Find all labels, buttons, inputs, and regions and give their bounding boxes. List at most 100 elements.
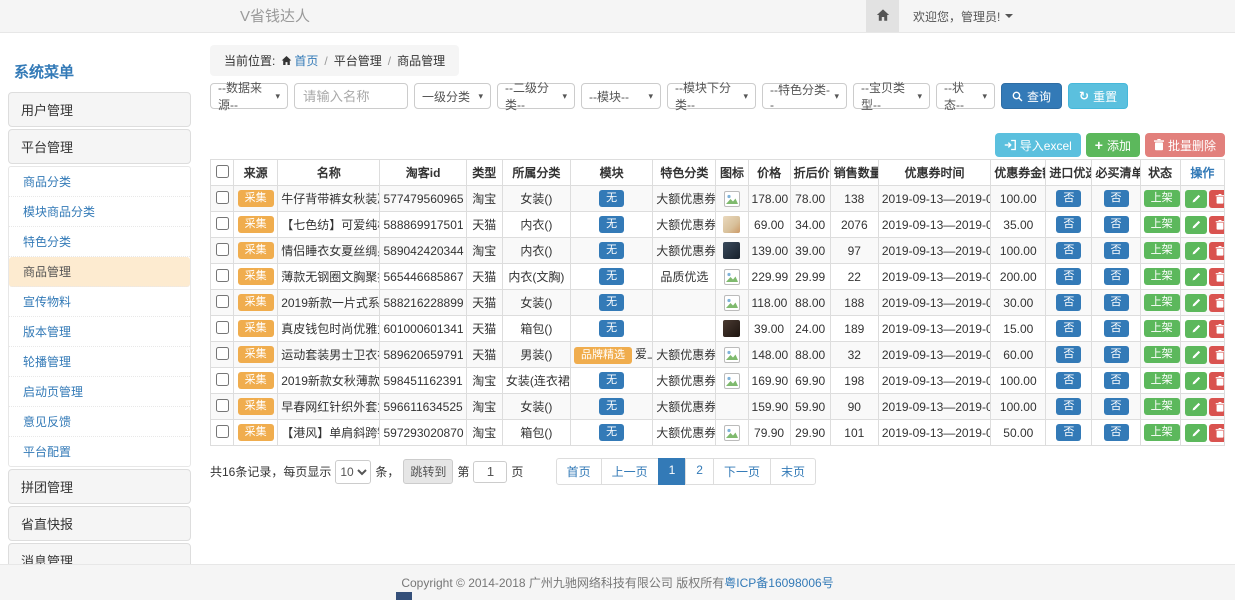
edit-button[interactable]	[1185, 346, 1207, 364]
sidebar-item[interactable]: 商品管理	[9, 257, 190, 287]
module-badge[interactable]: 无	[599, 398, 624, 415]
module-badge[interactable]: 无	[599, 372, 624, 389]
edit-button[interactable]	[1185, 320, 1207, 338]
imported-toggle[interactable]: 否	[1056, 346, 1081, 363]
page-button-上一页[interactable]: 上一页	[601, 458, 659, 485]
add-button[interactable]: + 添加	[1086, 133, 1140, 157]
module-badge[interactable]: 无	[599, 242, 624, 259]
page-button-下一页[interactable]: 下一页	[713, 458, 771, 485]
status-badge[interactable]: 上架	[1144, 398, 1180, 415]
filter-select[interactable]: --状态--▾	[936, 83, 995, 109]
edit-button[interactable]	[1185, 190, 1207, 208]
edit-button[interactable]	[1185, 294, 1207, 312]
edit-button[interactable]	[1185, 242, 1207, 260]
module-badge[interactable]: 无	[599, 190, 624, 207]
per-page-select[interactable]: 10	[335, 460, 371, 484]
must-buy-toggle[interactable]: 否	[1104, 320, 1129, 337]
page-number-input[interactable]	[473, 461, 507, 483]
status-badge[interactable]: 上架	[1144, 268, 1180, 285]
must-buy-toggle[interactable]: 否	[1104, 242, 1129, 259]
home-button[interactable]	[866, 0, 899, 32]
must-buy-toggle[interactable]: 否	[1104, 372, 1129, 389]
delete-button[interactable]	[1209, 216, 1225, 234]
must-buy-toggle[interactable]: 否	[1104, 294, 1129, 311]
import-excel-button[interactable]: 导入excel	[995, 133, 1081, 157]
name-search-input[interactable]	[294, 83, 408, 109]
sidebar-item[interactable]: 模块商品分类	[9, 197, 190, 227]
jump-button[interactable]: 跳转到	[403, 459, 453, 484]
imported-toggle[interactable]: 否	[1056, 372, 1081, 389]
row-checkbox[interactable]	[216, 373, 229, 386]
status-badge[interactable]: 上架	[1144, 346, 1180, 363]
delete-button[interactable]	[1209, 398, 1225, 416]
filter-select[interactable]: --模块下分类--▾	[667, 83, 756, 109]
must-buy-toggle[interactable]: 否	[1104, 424, 1129, 441]
sidebar-item[interactable]: 宣传物料	[9, 287, 190, 317]
must-buy-toggle[interactable]: 否	[1104, 398, 1129, 415]
sidebar-section-2[interactable]: 拼团管理	[8, 469, 191, 504]
delete-button[interactable]	[1209, 320, 1225, 338]
imported-toggle[interactable]: 否	[1056, 216, 1081, 233]
module-badge[interactable]: 无	[599, 216, 624, 233]
edit-button[interactable]	[1185, 372, 1207, 390]
row-checkbox[interactable]	[216, 399, 229, 412]
module-badge[interactable]: 无	[599, 294, 624, 311]
select-all-checkbox[interactable]	[216, 165, 229, 178]
must-buy-toggle[interactable]: 否	[1104, 268, 1129, 285]
delete-button[interactable]	[1209, 242, 1225, 260]
batch-delete-button[interactable]: 批量删除	[1145, 133, 1225, 157]
status-badge[interactable]: 上架	[1144, 294, 1180, 311]
module-badge[interactable]: 无	[599, 268, 624, 285]
must-buy-toggle[interactable]: 否	[1104, 216, 1129, 233]
filter-select[interactable]: --数据来源--▾	[210, 83, 288, 109]
must-buy-toggle[interactable]: 否	[1104, 346, 1129, 363]
sidebar-item[interactable]: 启动页管理	[9, 377, 190, 407]
delete-button[interactable]	[1209, 268, 1225, 286]
imported-toggle[interactable]: 否	[1056, 320, 1081, 337]
page-button-1[interactable]: 1	[658, 458, 687, 485]
status-badge[interactable]: 上架	[1144, 372, 1180, 389]
sidebar-section-3[interactable]: 省直快报	[8, 506, 191, 541]
row-checkbox[interactable]	[216, 191, 229, 204]
sidebar-section-1[interactable]: 平台管理	[8, 129, 191, 164]
module-badge[interactable]: 无	[599, 424, 624, 441]
sidebar-item[interactable]: 版本管理	[9, 317, 190, 347]
row-checkbox[interactable]	[216, 321, 229, 334]
reset-button[interactable]: ↻ 重置	[1068, 83, 1128, 109]
search-button[interactable]: 查询	[1001, 83, 1062, 109]
delete-button[interactable]	[1209, 294, 1225, 312]
icp-link[interactable]: 粤ICP备16098006号	[724, 576, 833, 590]
row-checkbox[interactable]	[216, 243, 229, 256]
imported-toggle[interactable]: 否	[1056, 242, 1081, 259]
status-badge[interactable]: 上架	[1144, 424, 1180, 441]
edit-button[interactable]	[1185, 398, 1207, 416]
delete-button[interactable]	[1209, 372, 1225, 390]
page-button-2[interactable]: 2	[685, 458, 714, 485]
delete-button[interactable]	[1209, 424, 1225, 442]
edit-button[interactable]	[1185, 216, 1207, 234]
filter-select[interactable]: --特色分类--▾	[762, 83, 847, 109]
sidebar-item[interactable]: 商品分类	[9, 167, 190, 197]
sidebar-section-0[interactable]: 用户管理	[8, 92, 191, 127]
status-badge[interactable]: 上架	[1144, 242, 1180, 259]
breadcrumb-home-link[interactable]: 首页	[294, 54, 318, 68]
sidebar-item[interactable]: 平台配置	[9, 437, 190, 466]
sidebar-item[interactable]: 意见反馈	[9, 407, 190, 437]
imported-toggle[interactable]: 否	[1056, 398, 1081, 415]
status-badge[interactable]: 上架	[1144, 190, 1180, 207]
imported-toggle[interactable]: 否	[1056, 294, 1081, 311]
sidebar-item[interactable]: 特色分类	[9, 227, 190, 257]
page-button-首页[interactable]: 首页	[556, 458, 602, 485]
module-badge[interactable]: 无	[599, 320, 624, 337]
row-checkbox[interactable]	[216, 295, 229, 308]
filter-select[interactable]: --二级分类--▾	[497, 83, 575, 109]
delete-button[interactable]	[1209, 346, 1225, 364]
page-button-末页[interactable]: 末页	[770, 458, 816, 485]
must-buy-toggle[interactable]: 否	[1104, 190, 1129, 207]
module-badge[interactable]: 品牌精选	[574, 347, 632, 364]
row-checkbox[interactable]	[216, 269, 229, 282]
status-badge[interactable]: 上架	[1144, 320, 1180, 337]
status-badge[interactable]: 上架	[1144, 216, 1180, 233]
row-checkbox[interactable]	[216, 347, 229, 360]
delete-button[interactable]	[1209, 190, 1225, 208]
